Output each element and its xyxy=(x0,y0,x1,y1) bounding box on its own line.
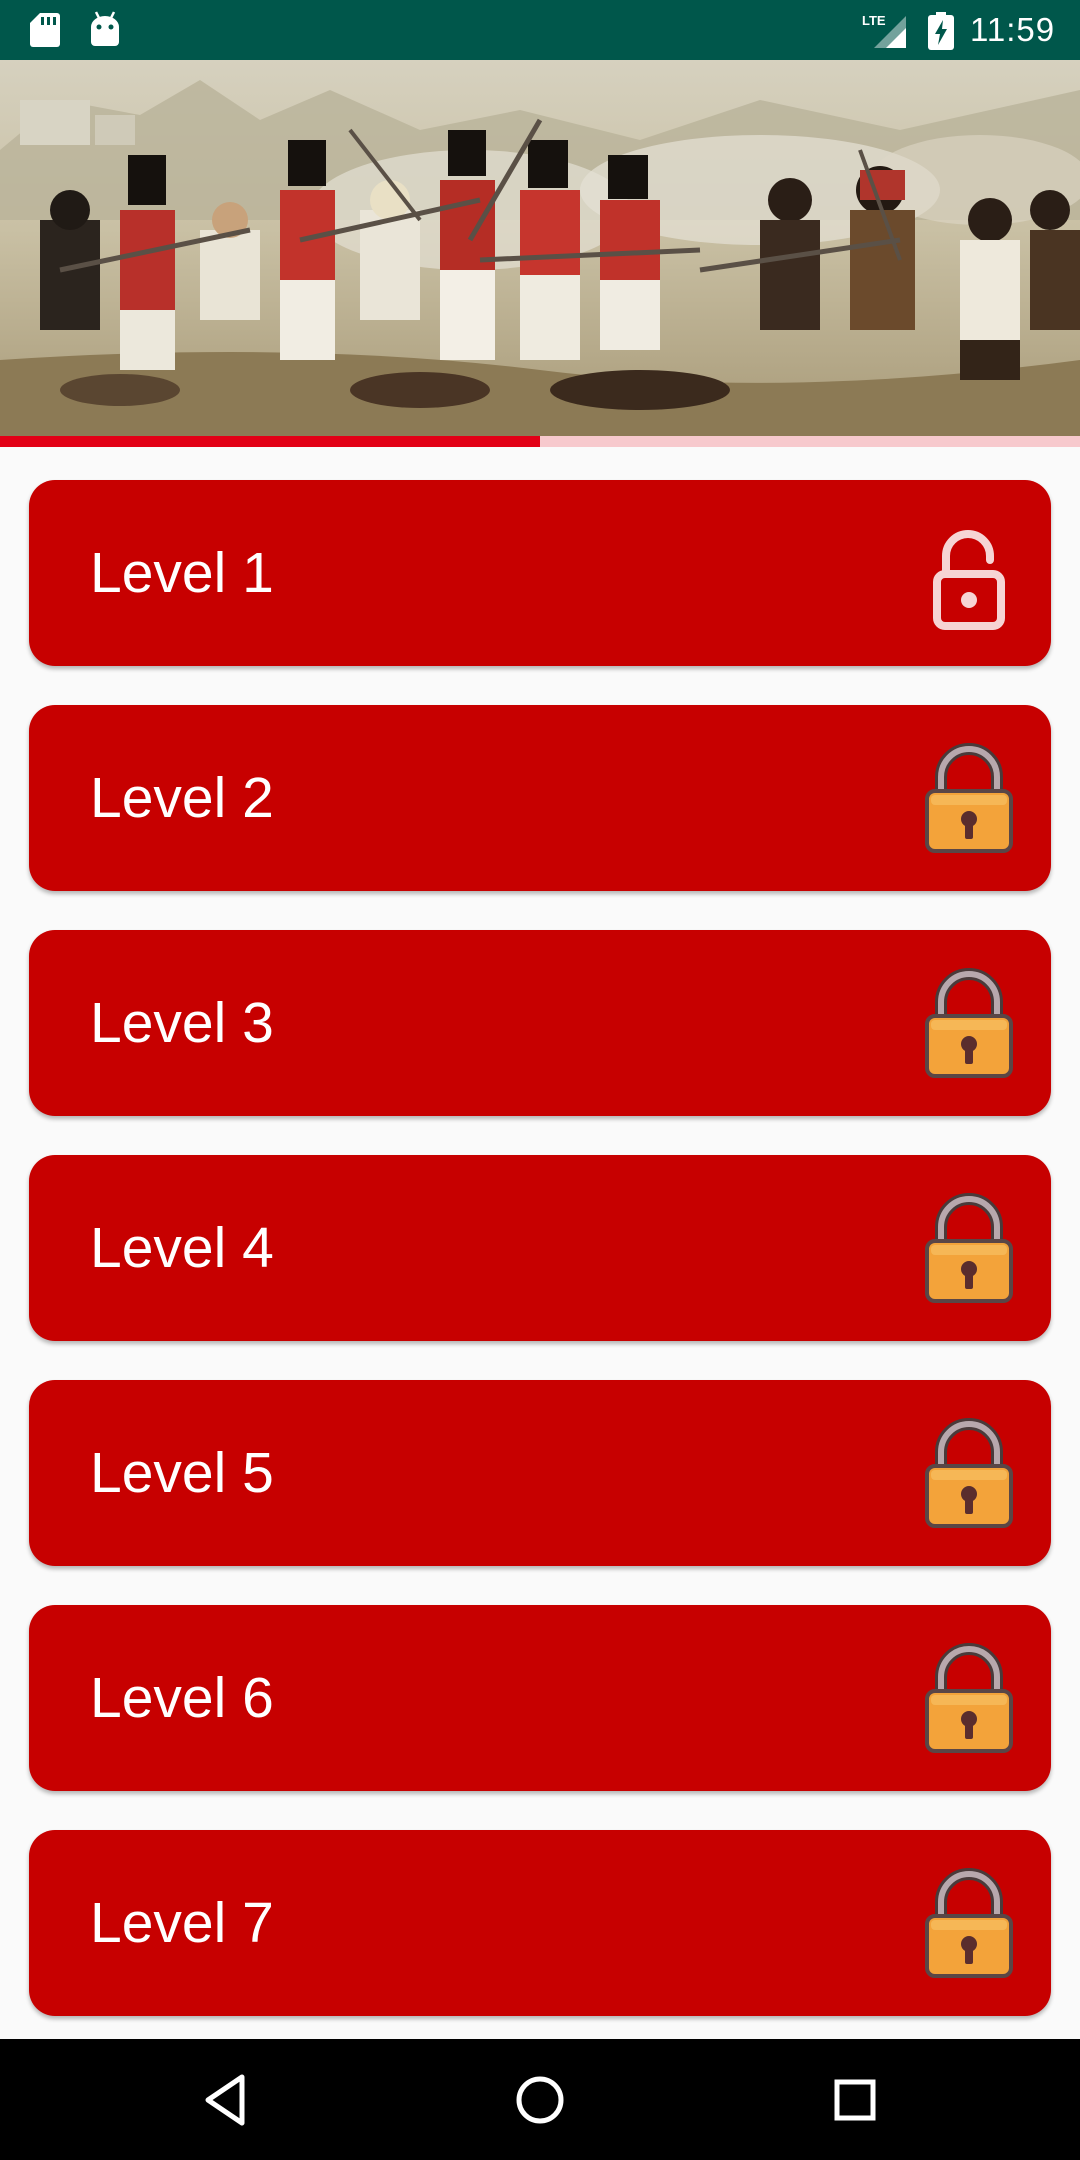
level-card-5[interactable]: Level 5 xyxy=(29,1380,1051,1566)
level-label: Level 2 xyxy=(90,766,274,830)
svg-text:LTE: LTE xyxy=(862,13,886,28)
level-label: Level 7 xyxy=(90,1891,274,1955)
sd-card-icon xyxy=(30,13,60,47)
level-label: Level 3 xyxy=(90,991,274,1055)
lte-signal-icon: LTE xyxy=(862,13,906,48)
status-bar: LTE 11:59 xyxy=(0,0,1080,60)
level-card-3[interactable]: Level 3 xyxy=(29,930,1051,1116)
level-card-1[interactable]: Level 1 xyxy=(29,480,1051,666)
level-card-4[interactable]: Level 4 xyxy=(29,1155,1051,1341)
back-icon[interactable] xyxy=(196,2069,258,2131)
level-progress-fill xyxy=(0,436,540,447)
level-label: Level 1 xyxy=(90,541,274,605)
locked-padlock-icon xyxy=(919,743,1019,855)
level-label: Level 6 xyxy=(90,1666,274,1730)
level-progress-bar xyxy=(0,436,1080,447)
battle-painting-icon xyxy=(0,60,1080,436)
recents-icon[interactable] xyxy=(824,2069,886,2131)
battery-charging-icon xyxy=(928,12,954,50)
android-icon xyxy=(91,11,119,46)
level-list[interactable]: Level 1 Level 2 Level 3 Level 4 Level 5 Level… xyxy=(0,447,1080,2039)
navigation-bar xyxy=(0,2039,1080,2160)
locked-padlock-icon xyxy=(919,968,1019,1080)
status-time: 11:59 xyxy=(970,11,1056,48)
locked-padlock-icon xyxy=(919,1418,1019,1530)
unlocked-padlock-icon xyxy=(919,518,1019,630)
level-label: Level 4 xyxy=(90,1216,274,1280)
level-card-6[interactable]: Level 6 xyxy=(29,1605,1051,1791)
level-card-7[interactable]: Level 7 xyxy=(29,1830,1051,2016)
level-label: Level 5 xyxy=(90,1441,274,1505)
home-icon[interactable] xyxy=(509,2069,571,2131)
locked-padlock-icon xyxy=(919,1643,1019,1755)
header-image xyxy=(0,60,1080,436)
locked-padlock-icon xyxy=(919,1193,1019,1305)
level-card-2[interactable]: Level 2 xyxy=(29,705,1051,891)
locked-padlock-icon xyxy=(919,1868,1019,1980)
